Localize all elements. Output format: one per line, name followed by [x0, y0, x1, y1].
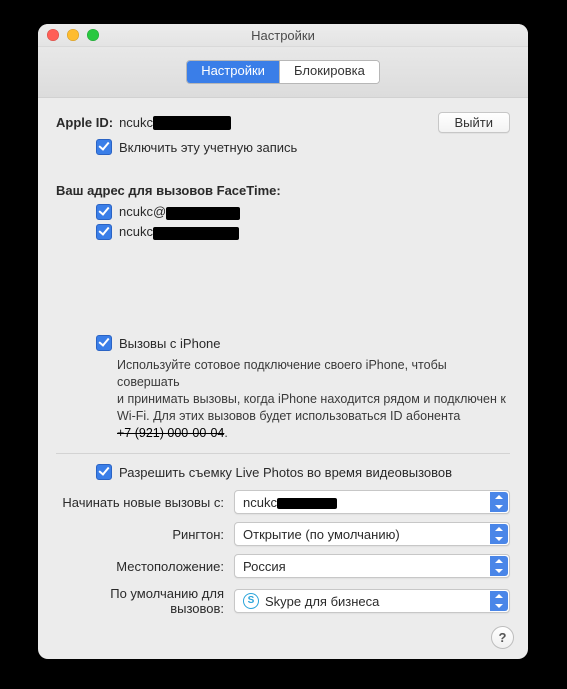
- facetime-heading: Ваш адрес для вызовов FaceTime:: [56, 183, 510, 198]
- ringtone-value: Открытие (по умолчанию): [243, 527, 400, 542]
- live-photos-label: Разрешить съемку Live Photos во время ви…: [119, 465, 452, 480]
- redacted-icon: [166, 207, 240, 220]
- apple-id-value: ncukc: [119, 115, 231, 131]
- preferences-window: Настройки Настройки Блокировка Apple ID:…: [38, 24, 528, 659]
- iphone-desc-l1: Используйте сотовое подключение своего i…: [117, 358, 447, 389]
- facetime-addr-2-checkbox[interactable]: [96, 224, 112, 240]
- facetime-addr-2: ncukc: [96, 224, 510, 240]
- iphone-desc-l3a: Wi-Fi. Для этих вызовов будет использова…: [117, 409, 460, 423]
- facetime-addr-1-label: ncukc@: [119, 204, 240, 219]
- facetime-addr-2-prefix: ncukc: [119, 224, 153, 239]
- chevron-up-down-icon: [490, 524, 508, 544]
- iphone-calls-row: Вызовы с iPhone: [96, 335, 510, 351]
- facetime-addr-1: ncukc@: [96, 204, 510, 220]
- ringtone-popup[interactable]: Открытие (по умолчанию): [234, 522, 510, 546]
- iphone-desc-tail: .: [224, 426, 227, 440]
- default-calls-value: Skype для бизнеса: [265, 594, 379, 609]
- minimize-icon[interactable]: [67, 29, 79, 41]
- location-value: Россия: [243, 559, 286, 574]
- traffic-lights: [47, 29, 99, 41]
- facetime-addr-1-prefix: ncukc@: [119, 204, 166, 219]
- enable-account-checkbox[interactable]: [96, 139, 112, 155]
- help-button[interactable]: ?: [491, 626, 514, 649]
- tab-settings[interactable]: Настройки: [187, 61, 279, 83]
- separator: [56, 453, 510, 454]
- apple-id-row: Apple ID: ncukc Выйти: [56, 112, 510, 133]
- redacted-icon: [277, 498, 337, 509]
- location-popup[interactable]: Россия: [234, 554, 510, 578]
- chevron-up-down-icon: [490, 556, 508, 576]
- iphone-desc-redacted: +7 (921) 000-00-04: [117, 425, 224, 442]
- live-photos-row: Разрешить съемку Live Photos во время ви…: [96, 464, 510, 480]
- facetime-addr-2-label: ncukc: [119, 224, 239, 239]
- start-calls-popup[interactable]: ncukc: [234, 490, 510, 514]
- ringtone-label: Рингтон:: [56, 527, 234, 542]
- signout-button[interactable]: Выйти: [438, 112, 511, 133]
- iphone-calls-checkbox[interactable]: [96, 335, 112, 351]
- enable-account-label: Включить эту учетную запись: [119, 140, 297, 155]
- start-calls-value: ncukc: [243, 495, 337, 510]
- redacted-icon: [153, 227, 239, 240]
- enable-account-row: Включить эту учетную запись: [96, 139, 510, 155]
- iphone-desc-l2: и принимать вызовы, когда iPhone находит…: [117, 392, 506, 406]
- iphone-calls-desc: Используйте сотовое подключение своего i…: [117, 357, 510, 441]
- default-calls-label: По умолчанию для вызовов:: [56, 586, 234, 616]
- chevron-up-down-icon: [490, 591, 508, 611]
- maximize-icon[interactable]: [87, 29, 99, 41]
- iphone-calls-label: Вызовы с iPhone: [119, 336, 221, 351]
- facetime-addr-1-checkbox[interactable]: [96, 204, 112, 220]
- chevron-up-down-icon: [490, 492, 508, 512]
- content-pane: Apple ID: ncukc Выйти Включить эту учетн…: [38, 98, 528, 659]
- live-photos-checkbox[interactable]: [96, 464, 112, 480]
- tab-block[interactable]: Блокировка: [279, 61, 379, 83]
- apple-id-prefix: ncukc: [119, 115, 153, 130]
- titlebar[interactable]: Настройки: [38, 24, 528, 47]
- skype-icon: S: [243, 593, 259, 609]
- window-title: Настройки: [251, 28, 315, 43]
- location-label: Местоположение:: [56, 559, 234, 574]
- start-calls-label: Начинать новые вызовы с:: [56, 495, 234, 510]
- toolbar: Настройки Блокировка: [38, 47, 528, 98]
- tab-switcher: Настройки Блокировка: [186, 60, 380, 84]
- close-icon[interactable]: [47, 29, 59, 41]
- apple-id-label: Apple ID:: [56, 115, 113, 130]
- redacted-icon: [153, 116, 231, 130]
- default-calls-popup[interactable]: S Skype для бизнеса: [234, 589, 510, 613]
- start-calls-prefix: ncukc: [243, 495, 277, 510]
- settings-form: Начинать новые вызовы с: ncukc Рингтон: …: [56, 490, 510, 616]
